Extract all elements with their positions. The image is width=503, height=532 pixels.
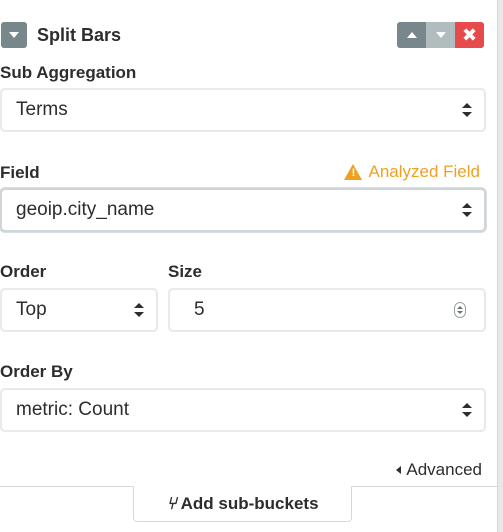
caret-left-icon xyxy=(396,466,402,474)
sub-aggregation-label: Sub Aggregation xyxy=(0,63,137,82)
size-label: Size xyxy=(168,262,203,281)
sub-aggregation-select[interactable]: Terms xyxy=(0,88,486,132)
add-sub-buckets-label: Add sub-buckets xyxy=(180,493,319,513)
select-caret-icon xyxy=(462,403,472,417)
split-bars-panel: Split Bars ✖ Sub Aggregation Terms Field… xyxy=(0,0,497,532)
code-fork-icon: ⑂ xyxy=(166,493,177,513)
remove-button[interactable]: ✖ xyxy=(455,22,484,48)
field-value: geoip.city_name xyxy=(16,199,155,220)
sub-aggregation-value: Terms xyxy=(16,99,68,120)
order-label: Order xyxy=(0,262,47,281)
header-button-group: ✖ xyxy=(397,22,484,48)
order-select[interactable]: Top xyxy=(0,288,158,332)
select-caret-icon xyxy=(462,203,472,217)
warning-icon: ! xyxy=(344,164,363,180)
add-sub-buckets-button[interactable]: ⑂ Add sub-buckets xyxy=(133,486,352,522)
advanced-label: Advanced xyxy=(406,460,482,479)
field-select[interactable]: geoip.city_name xyxy=(0,188,486,232)
collapse-toggle-button[interactable] xyxy=(1,22,27,48)
analyzed-field-warning: ! Analyzed Field xyxy=(344,162,480,182)
field-label: Field xyxy=(0,163,40,182)
order-value: Top xyxy=(16,299,47,320)
move-up-button[interactable] xyxy=(397,22,426,48)
move-down-button[interactable] xyxy=(426,22,455,48)
order-by-value: metric: Count xyxy=(16,399,129,420)
scrollbar-edge[interactable] xyxy=(497,0,503,532)
advanced-toggle[interactable]: Advanced xyxy=(396,460,482,480)
analyzed-field-text: Analyzed Field xyxy=(368,162,480,181)
size-input[interactable]: 5 xyxy=(168,288,486,332)
select-caret-icon xyxy=(134,303,144,317)
panel-header: Split Bars ✖ xyxy=(0,20,490,52)
number-spinner-icon[interactable] xyxy=(454,302,466,318)
order-by-select[interactable]: metric: Count xyxy=(0,388,486,432)
panel-title: Split Bars xyxy=(37,25,122,45)
size-value: 5 xyxy=(194,299,205,320)
order-by-label: Order By xyxy=(0,362,73,381)
select-caret-icon xyxy=(462,103,472,117)
